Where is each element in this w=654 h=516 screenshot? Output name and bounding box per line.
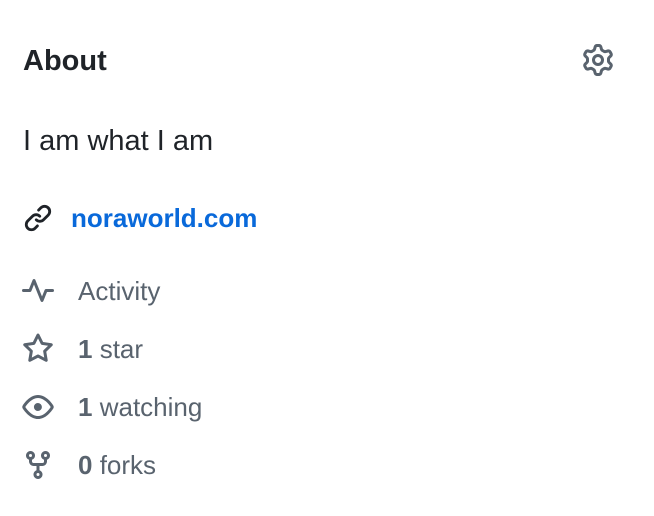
link-icon <box>23 203 53 233</box>
watching-count: 1 <box>78 392 93 422</box>
forks-text: 0 forks <box>78 446 156 484</box>
activity-link[interactable]: Activity <box>22 272 160 310</box>
forks-label: forks <box>99 450 157 480</box>
website-row: noraworld.com <box>23 199 257 237</box>
about-panel: About I am what I am noraworld.com Activ… <box>0 0 654 516</box>
eye-icon <box>22 391 54 423</box>
star-icon <box>22 333 54 365</box>
gear-icon <box>582 44 614 76</box>
repo-description: I am what I am <box>23 125 214 157</box>
stars-text: 1 star <box>78 330 143 368</box>
forks-link[interactable]: 0 forks <box>22 446 156 484</box>
watching-text: 1 watching <box>78 388 202 426</box>
repo-forked-icon <box>22 449 54 481</box>
stars-label: star <box>99 334 144 364</box>
watching-label: watching <box>99 392 203 422</box>
pulse-icon <box>22 275 54 307</box>
about-heading: About <box>23 45 107 77</box>
forks-count: 0 <box>78 450 93 480</box>
activity-label: Activity <box>78 276 161 306</box>
watchers-link[interactable]: 1 watching <box>22 388 202 426</box>
stars-link[interactable]: 1 star <box>22 330 143 368</box>
stars-count: 1 <box>78 334 93 364</box>
edit-settings-button[interactable] <box>578 40 618 80</box>
website-link[interactable]: noraworld.com <box>71 199 257 237</box>
